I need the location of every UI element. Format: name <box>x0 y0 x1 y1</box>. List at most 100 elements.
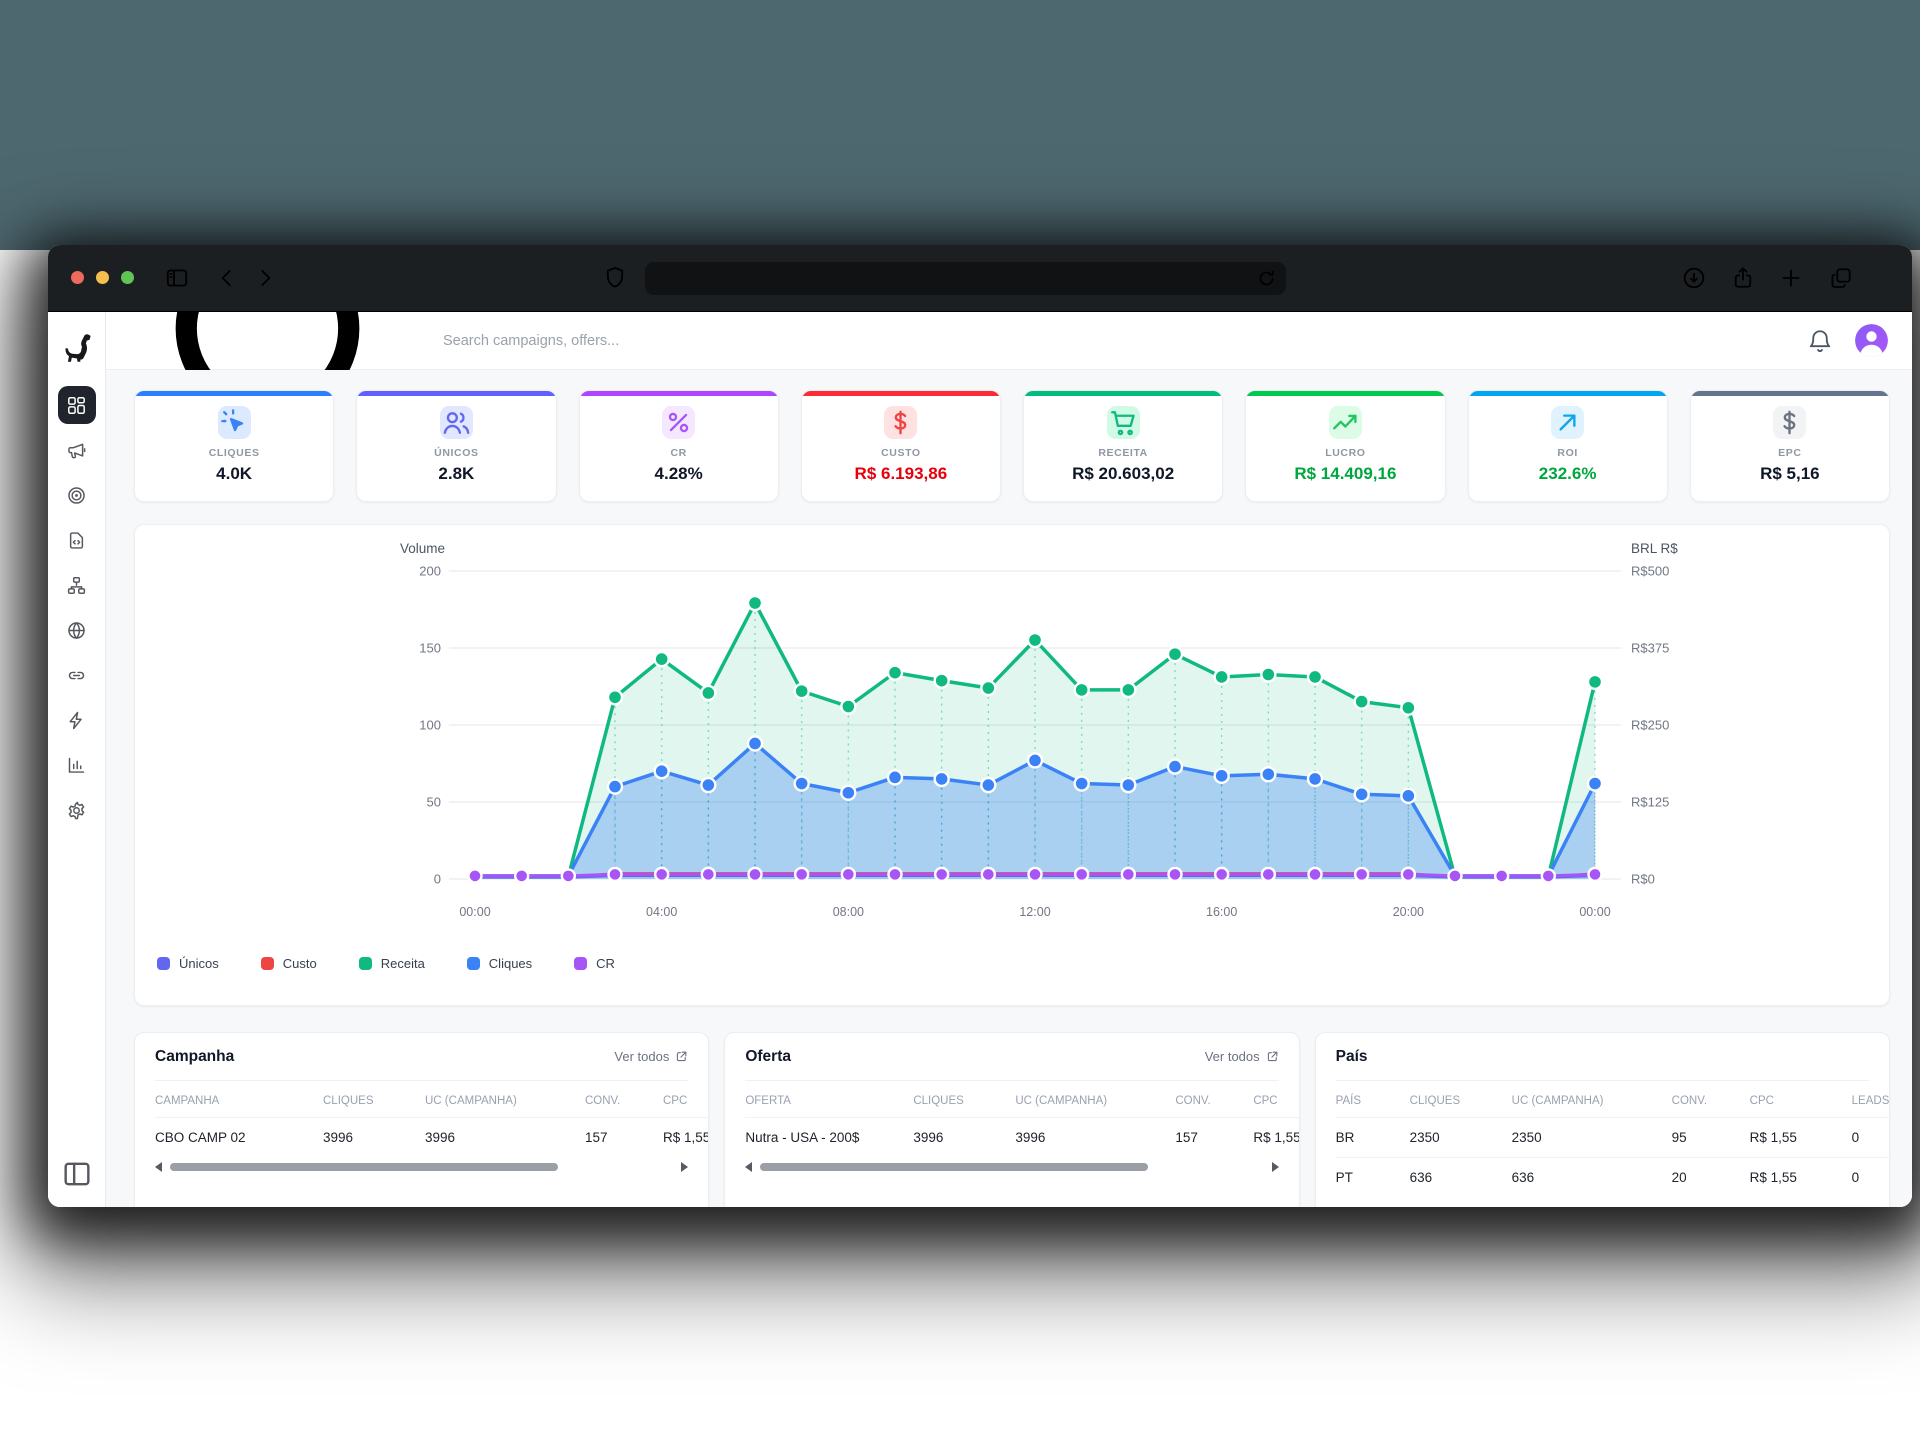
dog-logo[interactable] <box>61 332 93 364</box>
grid-icon <box>66 395 87 416</box>
sidebar-item-lightning-icon[interactable] <box>58 701 96 739</box>
card-accent-bar <box>802 391 1000 396</box>
cart-icon <box>1107 406 1140 439</box>
table-title: País <box>1336 1048 1368 1066</box>
card-accent-bar <box>580 391 778 396</box>
chart-card: 0R$050R$125100R$250150R$375200R$500Volum… <box>134 524 1890 1006</box>
sidebar-item-gear-icon[interactable] <box>58 791 96 829</box>
reload-icon[interactable] <box>1255 267 1278 290</box>
legend-item-cr[interactable]: CR <box>574 956 615 971</box>
zoom-light[interactable] <box>121 271 134 284</box>
sidebar-item-globe-icon[interactable] <box>58 611 96 649</box>
kpi-value: R$ 5,16 <box>1760 464 1820 484</box>
plus-icon[interactable] <box>1778 265 1804 291</box>
kpi-value: R$ 6.193,86 <box>855 464 948 484</box>
ver-todos-link[interactable]: Ver todos <box>1205 1049 1279 1064</box>
kpi-label: ÚNICOS <box>434 447 478 459</box>
kpi-card-custo: CUSTO R$ 6.193,86 <box>801 390 1001 502</box>
search-input[interactable] <box>441 332 865 350</box>
column-header: CONV. <box>1175 1081 1253 1118</box>
column-header: CLIQUES <box>323 1081 425 1118</box>
table-cell: 2350 <box>1410 1118 1512 1158</box>
scrollbar-thumb[interactable] <box>170 1163 558 1171</box>
chevron-right-icon[interactable] <box>252 265 278 291</box>
kpi-label: LUCRO <box>1325 447 1365 459</box>
table-row[interactable]: Nutra - USA - 200$39963996157R$ 1,550157 <box>745 1118 1299 1158</box>
legend-item-únicos[interactable]: Únicos <box>157 956 219 971</box>
kpi-label: RECEITA <box>1098 447 1148 459</box>
column-header: CONV. <box>585 1081 663 1118</box>
sidebar-item-target-icon[interactable] <box>58 476 96 514</box>
table-cell: 3996 <box>323 1118 425 1158</box>
scrollbar-track[interactable] <box>760 1163 1263 1171</box>
close-light[interactable] <box>71 271 84 284</box>
arrow-up-right-icon <box>1551 406 1584 439</box>
share-icon[interactable] <box>1730 265 1756 291</box>
trending-up-icon <box>1329 406 1362 439</box>
table-cell: 0 <box>1852 1118 1890 1158</box>
table-title: Campanha <box>155 1048 234 1066</box>
tabs-icon[interactable] <box>1828 265 1854 291</box>
table-row[interactable]: PT63663620R$ 1,55020R$ 3.484,10 <box>1336 1158 1890 1198</box>
table-cell: 3996 <box>425 1118 585 1158</box>
chevron-left-icon[interactable] <box>214 265 240 291</box>
shield-icon[interactable] <box>602 265 628 291</box>
table-row[interactable]: BR2350235095R$ 1,55095R$ 9.288,09 <box>1336 1118 1890 1158</box>
scroll-left-arrow[interactable] <box>745 1162 752 1172</box>
kpi-label: CUSTO <box>881 447 921 459</box>
bell-icon[interactable] <box>1807 328 1833 354</box>
table-card-campanha: CampanhaVer todosCAMPANHACLIQUESUC (CAMP… <box>134 1032 709 1207</box>
sidebar-item-bar-chart-icon[interactable] <box>58 746 96 784</box>
kpi-card-receita: RECEITAR$ 20.603,02 <box>1023 390 1223 502</box>
table-cell: CBO CAMP 02 <box>155 1118 323 1158</box>
minimize-light[interactable] <box>96 271 109 284</box>
scrollbar-thumb[interactable] <box>760 1163 1148 1171</box>
legend-label: Cliques <box>489 956 532 971</box>
column-header: OFERTA <box>745 1081 913 1118</box>
desktop-background <box>0 0 1920 250</box>
svg-text:200: 200 <box>419 564 441 579</box>
sidebar-item-code-file-icon[interactable] <box>58 521 96 559</box>
legend-item-cliques[interactable]: Cliques <box>467 956 532 971</box>
table-cell: PT <box>1336 1158 1410 1198</box>
url-bar[interactable] <box>645 262 1286 295</box>
ver-todos-link[interactable]: Ver todos <box>614 1049 688 1064</box>
horizontal-scrollbar[interactable] <box>745 1159 1278 1175</box>
sidebar-item-megaphone-icon[interactable] <box>58 431 96 469</box>
panel-collapse-icon[interactable] <box>60 1157 94 1191</box>
sidebar-item-link-icon[interactable] <box>58 656 96 694</box>
card-accent-bar <box>1024 391 1222 396</box>
sidebar-item-sitemap-icon[interactable] <box>58 566 96 604</box>
svg-text:00:00: 00:00 <box>1579 905 1610 919</box>
svg-text:04:00: 04:00 <box>646 905 677 919</box>
kpi-value: 2.8K <box>438 464 474 484</box>
horizontal-scrollbar[interactable] <box>155 1159 688 1175</box>
legend-label: Custo <box>283 956 317 971</box>
legend-item-custo[interactable]: Custo <box>261 956 317 971</box>
kpi-label: EPC <box>1778 447 1801 459</box>
legend-item-receita[interactable]: Receita <box>359 956 425 971</box>
svg-text:R$250: R$250 <box>1631 718 1669 733</box>
table-row[interactable]: CBO CAMP 0239963996157R$ 1,550157R <box>155 1118 709 1158</box>
card-accent-bar <box>1246 391 1444 396</box>
scrollbar-track[interactable] <box>170 1163 673 1171</box>
kpi-cards-row: CLIQUES4.0KÚNICOS2.8KCR4.28%CUSTOR$ 6.19… <box>134 390 1890 502</box>
svg-text:08:00: 08:00 <box>833 905 864 919</box>
kpi-value: 232.6% <box>1539 464 1597 484</box>
download-icon[interactable] <box>1681 265 1707 291</box>
legend-swatch <box>359 957 372 970</box>
scroll-right-arrow[interactable] <box>1272 1162 1279 1172</box>
sidebar-item-grid-icon[interactable] <box>58 386 96 424</box>
svg-text:R$125: R$125 <box>1631 795 1669 810</box>
scroll-left-arrow[interactable] <box>155 1162 162 1172</box>
chart-legend: Únicos Custo Receita Cliques CR <box>155 956 1869 971</box>
kpi-value: 4.0K <box>216 464 252 484</box>
panel-toggle-icon[interactable] <box>164 265 190 291</box>
column-header: UC (CAMPANHA) <box>1512 1081 1672 1118</box>
legend-label: CR <box>596 956 615 971</box>
globe-icon <box>66 620 87 641</box>
svg-text:20:00: 20:00 <box>1393 905 1424 919</box>
svg-text:50: 50 <box>427 795 441 810</box>
avatar[interactable] <box>1855 324 1888 357</box>
scroll-right-arrow[interactable] <box>681 1162 688 1172</box>
